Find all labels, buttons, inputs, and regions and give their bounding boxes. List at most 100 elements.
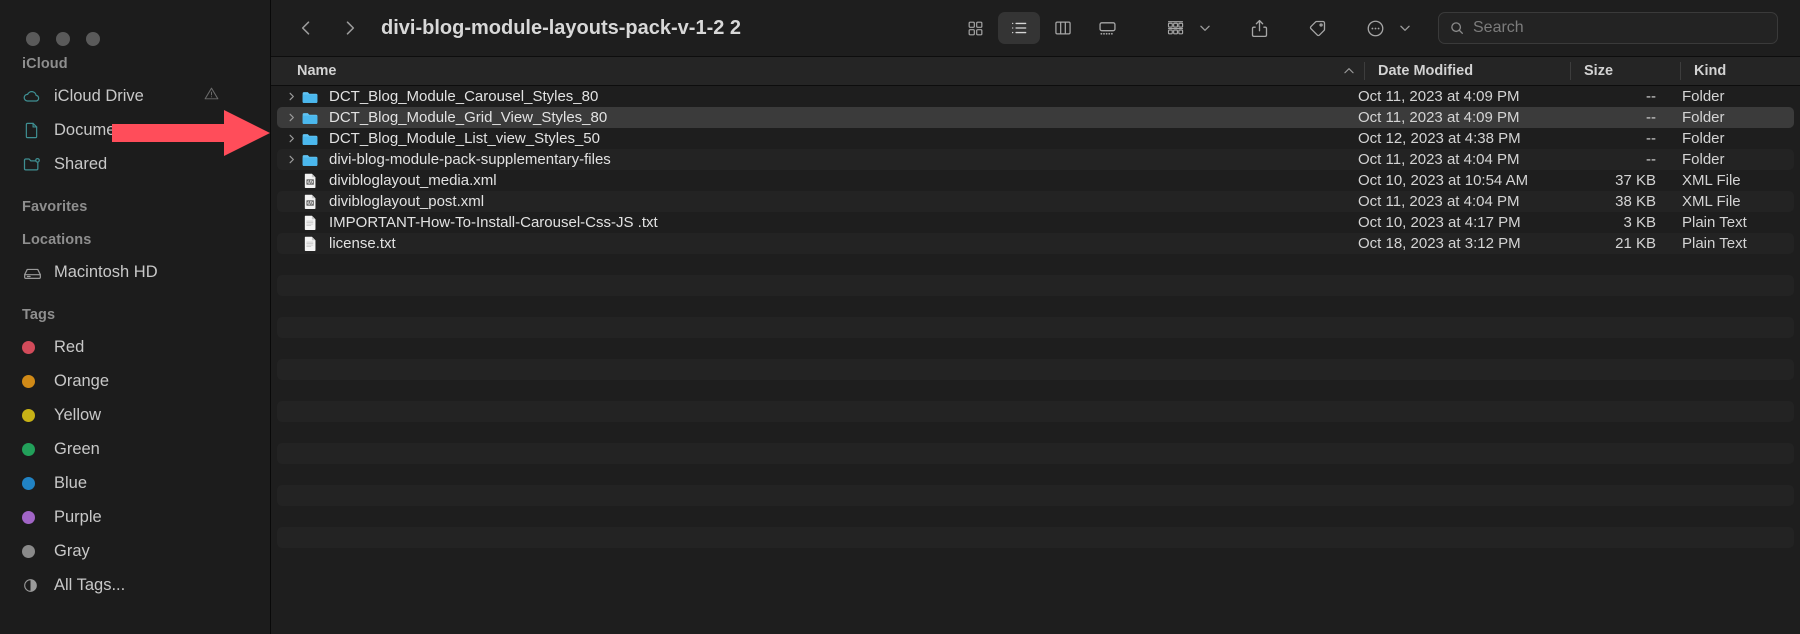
table-row[interactable]: divibloglayout_media.xml Oct 10, 2023 at … [277,170,1794,191]
file-size: -- [1646,151,1656,168]
xml-file-icon [299,172,321,189]
search-input[interactable] [1473,19,1767,37]
empty-row [277,317,1794,338]
disclosure-chevron-right-icon[interactable] [283,112,299,123]
sidebar-section-locations-header: Locations [22,232,92,248]
column-header-label: Kind [1694,63,1727,79]
sidebar-section-favorites-header: Favorites [22,199,88,215]
column-view-button[interactable] [1042,12,1084,44]
folder-icon [299,109,321,127]
file-kind: Folder [1682,151,1725,168]
column-header-label: Date Modified [1378,63,1474,79]
empty-row [277,338,1794,359]
sidebar-item-label: Documents [54,120,138,139]
table-row[interactable]: IMPORTANT-How-To-Install-Carousel-Css-JS… [277,212,1794,233]
file-size: -- [1646,130,1656,147]
table-row[interactable]: DCT_Blog_Module_List_view_Styles_50 Oct 1… [277,128,1794,149]
file-name: license.txt [329,235,396,252]
file-kind: XML File [1682,193,1741,210]
file-date-modified: Oct 10, 2023 at 10:54 AM [1358,172,1529,189]
warning-triangle-icon [203,85,220,107]
cloud-icon [22,86,46,106]
gallery-view-button[interactable] [1086,12,1128,44]
sort-ascending-chevron-up-icon [1342,64,1356,78]
file-list[interactable]: DCT_Blog_Module_Carousel_Styles_80 Oct 11… [271,86,1800,634]
file-size: 37 KB [1615,172,1656,189]
column-header-name[interactable]: Name [283,57,1342,85]
sidebar-tag-yellow[interactable]: Yellow [0,398,270,432]
sidebar-item-label: Gray [54,541,90,560]
main-pane: divi-blog-module-layouts-pack-v-1-2 2 Se… [270,0,1800,634]
file-date-modified: Oct 11, 2023 at 4:04 PM [1358,151,1520,168]
xml-file-icon [299,193,321,210]
close-button[interactable] [26,32,40,46]
more-options-button[interactable] [1354,12,1396,44]
group-by-button[interactable] [1154,12,1196,44]
file-name: DCT_Blog_Module_Grid_View_Styles_80 [329,109,608,126]
table-row[interactable]: divi-blog-module-pack-supplementary-file… [277,149,1794,170]
column-header-kind[interactable]: Kind [1680,57,1800,85]
column-header-row: Name Date Modified Size Kind [271,56,1800,86]
more-chevron-down-icon[interactable] [1398,21,1412,35]
sidebar-tag-orange[interactable]: Orange [0,364,270,398]
toolbar: divi-blog-module-layouts-pack-v-1-2 2 [271,0,1800,56]
tag-icon[interactable] [1296,12,1338,44]
list-view-button[interactable] [998,12,1040,44]
file-date-modified: Oct 11, 2023 at 4:04 PM [1358,193,1520,210]
sidebar-tag-purple[interactable]: Purple [0,500,270,534]
disclosure-chevron-right-icon[interactable] [283,91,299,102]
empty-row [277,485,1794,506]
minimize-button[interactable] [56,32,70,46]
sidebar-item-shared[interactable]: Shared [0,147,270,181]
column-header-size[interactable]: Size [1570,57,1680,85]
text-file-icon [299,235,321,252]
sidebar-tag-blue[interactable]: Blue [0,466,270,500]
table-row[interactable]: DCT_Blog_Module_Carousel_Styles_80 Oct 11… [277,86,1794,107]
folder-icon [299,130,321,148]
sidebar-tag-red[interactable]: Red [0,330,270,364]
forward-button[interactable] [333,11,367,45]
sidebar-item-documents[interactable]: Documents [0,113,270,147]
icon-view-button[interactable] [954,12,996,44]
sidebar-item-label: Purple [54,507,102,526]
search-field[interactable] [1438,12,1778,44]
file-kind: Folder [1682,109,1725,126]
file-date-modified: Oct 10, 2023 at 4:17 PM [1358,214,1521,231]
share-button[interactable] [1238,12,1280,44]
sidebar-item-macintosh-hd[interactable]: Macintosh HD [0,255,270,289]
table-row[interactable]: DCT_Blog_Module_Grid_View_Styles_80 Oct 1… [277,107,1794,128]
back-button[interactable] [289,11,323,45]
yellow-tag-dot-icon [22,408,46,422]
sidebar-item-icloud-drive[interactable]: iCloud Drive [0,79,270,113]
sidebar-tag-green[interactable]: Green [0,432,270,466]
sidebar-all-tags[interactable]: All Tags... [0,568,270,602]
red-tag-dot-icon [22,340,46,354]
file-date-modified: Oct 12, 2023 at 4:38 PM [1358,130,1521,147]
empty-row [277,506,1794,527]
disclosure-chevron-right-icon[interactable] [283,154,299,165]
zoom-button[interactable] [86,32,100,46]
blue-tag-dot-icon [22,476,46,490]
file-kind: Plain Text [1682,235,1747,252]
sidebar: iCloud iCloud Drive Documents Shared Fav… [0,0,270,634]
sidebar-item-label: Orange [54,371,110,390]
table-row[interactable]: license.txt Oct 18, 2023 at 3:12 PM 21 KB P… [277,233,1794,254]
sidebar-tag-gray[interactable]: Gray [0,534,270,568]
column-header-date-modified[interactable]: Date Modified [1364,57,1570,85]
sidebar-section-tags-header: Tags [22,307,56,323]
empty-row [277,254,1794,275]
sidebar-item-label: All Tags... [54,575,126,594]
file-name: DCT_Blog_Module_Carousel_Styles_80 [329,88,599,105]
empty-row [277,296,1794,317]
file-size: -- [1646,88,1656,105]
file-size: 3 KB [1623,214,1656,231]
disclosure-chevron-right-icon[interactable] [283,133,299,144]
file-kind: Folder [1682,88,1725,105]
table-row[interactable]: divibloglayout_post.xml Oct 11, 2023 at 4… [277,191,1794,212]
file-date-modified: Oct 11, 2023 at 4:09 PM [1358,109,1520,126]
folder-icon [299,88,321,106]
group-by-chevron-down-icon[interactable] [1198,21,1212,35]
column-header-label: Name [297,63,337,79]
sidebar-item-label: Yellow [54,405,102,424]
